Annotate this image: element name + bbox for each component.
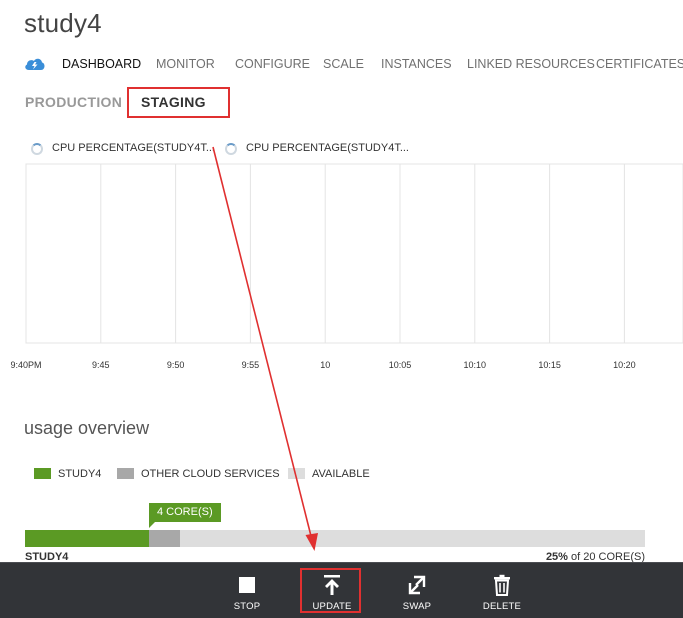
x-tick-label: 10:05 — [389, 360, 412, 370]
metric-legend-label: CPU PERCENTAGE(STUDY4T... — [52, 142, 215, 154]
stop-icon — [239, 577, 255, 593]
tab-linked-resources[interactable]: LINKED RESOURCES — [467, 57, 595, 71]
loading-ring-icon — [31, 143, 43, 155]
staging-highlight-box — [127, 87, 230, 118]
delete-button[interactable]: DELETE — [472, 563, 532, 618]
legend-swatch — [288, 468, 305, 479]
legend-swatch — [117, 468, 134, 479]
page-title: study4 — [24, 8, 102, 38]
tab-configure[interactable]: CONFIGURE — [235, 57, 310, 71]
usage-fill-study4 — [25, 530, 149, 547]
tab-monitor[interactable]: MONITOR — [156, 57, 215, 71]
x-tick-label: 9:40PM — [10, 360, 41, 370]
metric-legend-label: CPU PERCENTAGE(STUDY4T... — [246, 142, 409, 154]
update-highlight-box — [300, 568, 361, 613]
usage-fill-other — [149, 530, 180, 547]
core-usage-bar — [25, 530, 645, 547]
loading-ring-icon — [225, 143, 237, 155]
tab-dashboard[interactable]: DASHBOARD — [62, 57, 141, 71]
legend-swatch — [34, 468, 51, 479]
tab-scale[interactable]: SCALE — [323, 57, 364, 71]
chart-plot-area — [25, 163, 683, 344]
x-tick-label: 10 — [320, 360, 330, 370]
swap-button[interactable]: SWAP — [387, 563, 447, 618]
legend-label: OTHER CLOUD SERVICES — [141, 468, 280, 480]
tab-production[interactable]: PRODUCTION — [25, 94, 122, 110]
stop-button[interactable]: STOP — [217, 563, 277, 618]
core-count-tag: 4 CORE(S) — [149, 503, 221, 528]
legend-label: AVAILABLE — [312, 468, 370, 480]
x-tick-label: 9:55 — [242, 360, 260, 370]
cpu-chart: 9:40PM 9:45 9:50 9:55 10 10:05 10:10 10:15 10:20 — [10, 163, 683, 370]
x-tick-label: 9:50 — [167, 360, 185, 370]
stop-label: STOP — [233, 601, 261, 612]
x-tick-label: 10:20 — [613, 360, 636, 370]
x-tick-label: 10:15 — [538, 360, 561, 370]
legend-label: STUDY4 — [58, 468, 102, 480]
x-tick-label: 10:10 — [464, 360, 487, 370]
tab-certificates[interactable]: CERTIFICATES — [596, 57, 683, 71]
tab-instances[interactable]: INSTANCES — [381, 57, 452, 71]
cloud-service-icon — [25, 58, 45, 70]
x-tick-label: 9:45 — [92, 360, 110, 370]
swap-label: SWAP — [402, 601, 432, 612]
delete-label: DELETE — [482, 601, 522, 612]
trash-icon — [494, 574, 510, 596]
swap-icon — [408, 575, 426, 595]
usage-overview-title: usage overview — [24, 418, 150, 438]
top-navigation: DASHBOARD MONITOR CONFIGURE SCALE INSTAN… — [24, 56, 683, 74]
